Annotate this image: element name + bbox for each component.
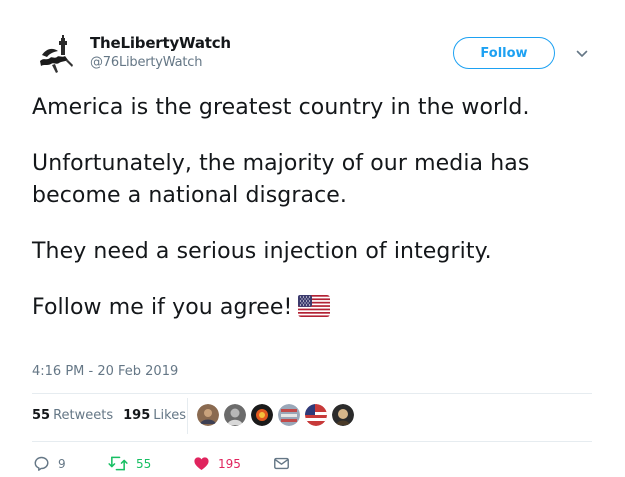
retweet-icon xyxy=(108,456,128,471)
us-flag-icon xyxy=(298,295,331,317)
liker-avatar[interactable] xyxy=(224,404,246,426)
tweet-paragraph: America is the greatest country in the w… xyxy=(32,95,530,120)
retweets-label: Retweets xyxy=(53,408,114,423)
reply-button[interactable]: 9 xyxy=(33,455,66,472)
retweets-stat[interactable]: 55 Retweets xyxy=(32,408,113,423)
tweet-text: America is the greatest country in the w… xyxy=(32,92,597,324)
tweet-paragraph: Follow me if you agree! xyxy=(32,295,293,320)
avatar[interactable] xyxy=(32,31,80,79)
liker-avatar[interactable] xyxy=(278,404,300,426)
reply-count: 9 xyxy=(58,456,66,471)
tweet-paragraph: Unfortunately, the majority of our media… xyxy=(32,151,530,208)
like-button[interactable]: 195 xyxy=(193,455,241,472)
tweet-timestamp[interactable]: 4:16 PM - 20 Feb 2019 xyxy=(32,364,178,379)
like-count: 195 xyxy=(218,456,241,471)
user-handle[interactable]: @76LibertyWatch xyxy=(90,55,202,70)
divider xyxy=(32,441,592,442)
likes-count: 195 xyxy=(123,408,151,423)
follow-button[interactable]: Follow xyxy=(453,37,555,69)
retweets-count: 55 xyxy=(32,408,51,423)
direct-message-button[interactable] xyxy=(273,455,290,472)
divider xyxy=(32,393,592,394)
pen-silhouette-avatar-icon xyxy=(32,31,80,79)
tweet-paragraph: They need a serious injection of integri… xyxy=(32,239,492,264)
liker-avatar[interactable] xyxy=(251,404,273,426)
reply-icon xyxy=(34,456,49,471)
stats-separator xyxy=(187,398,188,434)
tweet-card: TheLibertyWatch @76LibertyWatch Follow A… xyxy=(0,0,625,477)
liker-avatars xyxy=(197,404,359,426)
retweet-count: 55 xyxy=(136,456,152,471)
display-name[interactable]: TheLibertyWatch xyxy=(90,34,231,52)
tweet-paragraph-last: Follow me if you agree! xyxy=(32,292,597,324)
likes-label: Likes xyxy=(153,408,186,423)
heart-icon xyxy=(194,457,209,471)
liker-avatar[interactable] xyxy=(305,404,327,426)
chevron-down-icon[interactable] xyxy=(574,46,590,62)
retweet-button[interactable]: 55 xyxy=(108,455,151,472)
engagement-stats: 55 Retweets 195 Likes xyxy=(32,408,196,423)
liker-avatar[interactable] xyxy=(332,404,354,426)
envelope-icon xyxy=(274,457,289,470)
liker-avatar[interactable] xyxy=(197,404,219,426)
tweet-actions: 9 55 195 xyxy=(33,455,333,475)
likes-stat[interactable]: 195 Likes xyxy=(123,408,186,423)
